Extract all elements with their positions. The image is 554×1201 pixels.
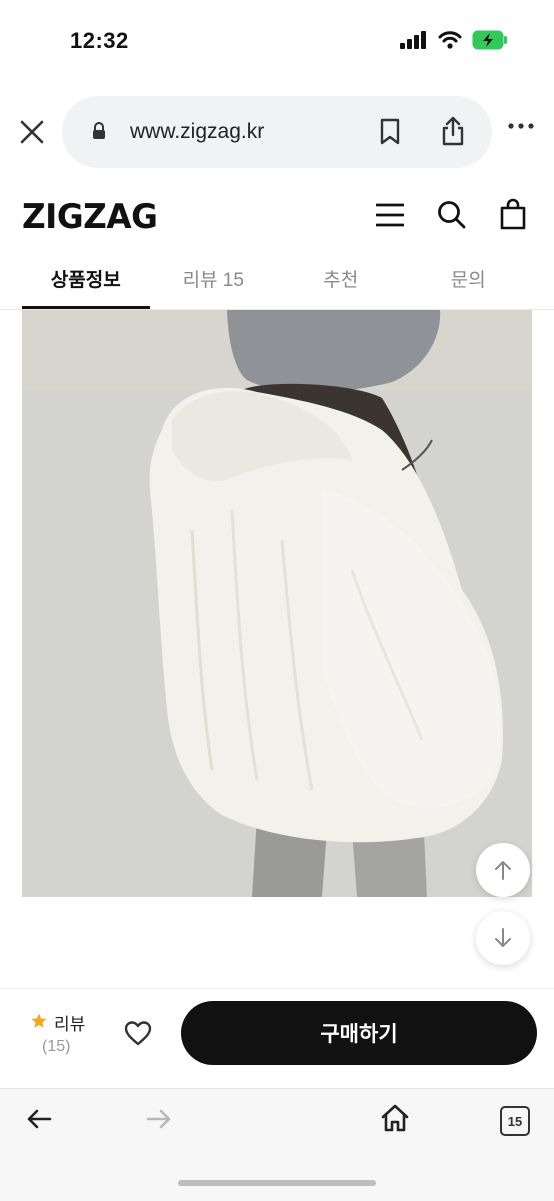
more-icon[interactable] <box>508 122 534 130</box>
battery-charging-icon <box>472 30 507 50</box>
bookmark-icon[interactable] <box>378 118 402 146</box>
arrow-down-icon <box>495 928 511 947</box>
signal-icon <box>400 31 426 49</box>
status-icons <box>400 30 508 50</box>
star-icon <box>31 1013 47 1028</box>
tab-reviews[interactable]: 리뷰 15 <box>150 255 278 309</box>
menu-icon[interactable] <box>376 203 404 227</box>
arrow-up-icon <box>495 861 511 880</box>
review-count[interactable]: (15) <box>42 1038 70 1056</box>
status-time: 12:32 <box>70 28 129 53</box>
address-bar[interactable] <box>62 96 492 168</box>
product-tabs: 상품정보 리뷰 15 추천 문의 <box>22 255 532 309</box>
purchase-bar-divider <box>0 988 554 989</box>
back-arrow-icon[interactable] <box>26 1107 52 1131</box>
scroll-top-button[interactable] <box>476 843 530 897</box>
wifi-icon <box>438 31 462 49</box>
shopping-bag-icon[interactable] <box>499 198 527 230</box>
home-icon[interactable] <box>380 1103 410 1133</box>
tabs-count-button[interactable]: 15 <box>500 1106 530 1136</box>
share-icon[interactable] <box>440 115 466 147</box>
product-image <box>22 310 532 897</box>
buy-button[interactable]: 구매하기 <box>181 1001 537 1065</box>
tab-product-info[interactable]: 상품정보 <box>22 255 150 309</box>
search-icon[interactable] <box>437 200 467 230</box>
url-text[interactable]: www.zigzag.kr <box>130 120 264 144</box>
forward-arrow-icon[interactable] <box>146 1107 172 1131</box>
home-indicator <box>178 1180 376 1186</box>
scroll-bottom-button[interactable] <box>476 911 530 965</box>
tab-recommend[interactable]: 추천 <box>277 255 405 309</box>
tab-inquiry[interactable]: 문의 <box>405 255 533 309</box>
heart-icon[interactable] <box>124 1020 152 1046</box>
lock-icon <box>93 122 105 139</box>
site-logo[interactable]: ZIGZAG <box>22 197 158 237</box>
review-label[interactable]: 리뷰 <box>54 1010 85 1035</box>
close-icon[interactable] <box>18 118 46 146</box>
